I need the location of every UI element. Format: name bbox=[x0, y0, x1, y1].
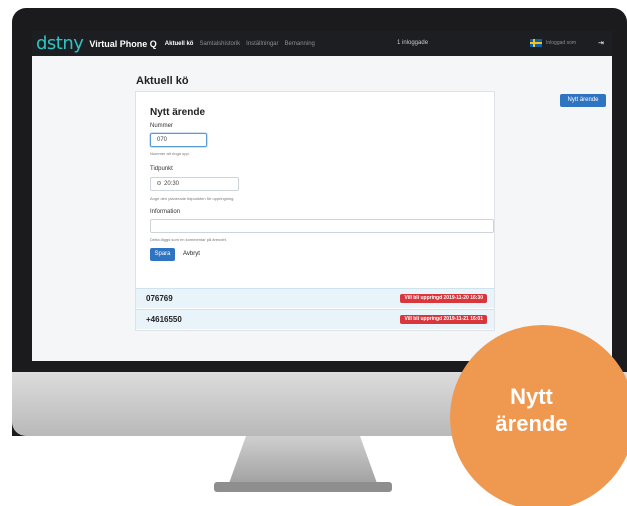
number-input[interactable]: 070 bbox=[150, 133, 207, 147]
tab-bemanning[interactable]: Bemanning bbox=[285, 41, 315, 47]
new-case-card: Nytt ärende Nummer 070 Nummer att ringa … bbox=[135, 91, 495, 331]
tab-installningar[interactable]: Inställningar bbox=[246, 41, 278, 47]
cancel-button[interactable]: Avbryt bbox=[183, 251, 200, 257]
info-input[interactable] bbox=[150, 219, 494, 233]
time-input[interactable]: 20:30 bbox=[150, 177, 239, 191]
tab-samtalshistorik[interactable]: Samtalshistorik bbox=[199, 41, 240, 47]
info-help: Detta läggs som en kommentar på ärendet. bbox=[150, 237, 227, 242]
logout-icon[interactable]: ⇥ bbox=[598, 39, 604, 47]
queue-number: 076769 bbox=[146, 294, 173, 303]
promo-badge: Nytt ärende bbox=[450, 325, 627, 506]
page-title: Aktuell kö bbox=[136, 75, 189, 87]
number-value: 070 bbox=[157, 137, 168, 143]
dstny-logo: dstny bbox=[36, 33, 84, 54]
product-name: Virtual Phone Q bbox=[89, 38, 157, 49]
callback-status-badge: Vill bli uppringd 2019-11-20 16:30 bbox=[400, 294, 487, 303]
app-screen: dstny Virtual Phone Q Aktuell kö Samtals… bbox=[32, 31, 612, 361]
time-label: Tidpunkt bbox=[150, 166, 173, 172]
time-help: Ange den planerade tidpunkten för upprin… bbox=[150, 196, 235, 201]
number-help: Nummer att ringa upp. bbox=[150, 151, 190, 156]
monitor-stand bbox=[228, 436, 378, 486]
queue-row[interactable]: 076769 Vill bli uppringd 2019-11-20 16:3… bbox=[136, 288, 494, 308]
clock-icon bbox=[157, 181, 161, 186]
info-label: Information bbox=[150, 209, 181, 215]
logged-in-as: Inloggad som bbox=[546, 40, 577, 46]
callback-status-badge: Vill bli uppringd 2019-11-21 16:01 bbox=[400, 315, 487, 324]
number-label: Nummer bbox=[150, 123, 174, 129]
form-title: Nytt ärende bbox=[150, 107, 206, 118]
promo-text: Nytt ärende bbox=[495, 384, 568, 436]
queue-number: +4616550 bbox=[146, 315, 182, 324]
new-case-button[interactable]: Nytt ärende bbox=[560, 94, 606, 107]
queue-row[interactable]: +4616550 Vill bli uppringd 2019-11-21 16… bbox=[136, 309, 494, 329]
navbar: dstny Virtual Phone Q Aktuell kö Samtals… bbox=[32, 31, 612, 56]
stage: dstny Virtual Phone Q Aktuell kö Samtals… bbox=[0, 0, 627, 506]
logged-in-count: 1 inloggade bbox=[397, 40, 429, 46]
save-button[interactable]: Spara bbox=[150, 248, 175, 261]
time-value: 20:30 bbox=[164, 181, 180, 187]
tab-aktuell-ko[interactable]: Aktuell kö bbox=[165, 41, 194, 47]
swedish-flag-icon[interactable] bbox=[530, 39, 542, 47]
monitor-stand-base bbox=[214, 482, 392, 492]
